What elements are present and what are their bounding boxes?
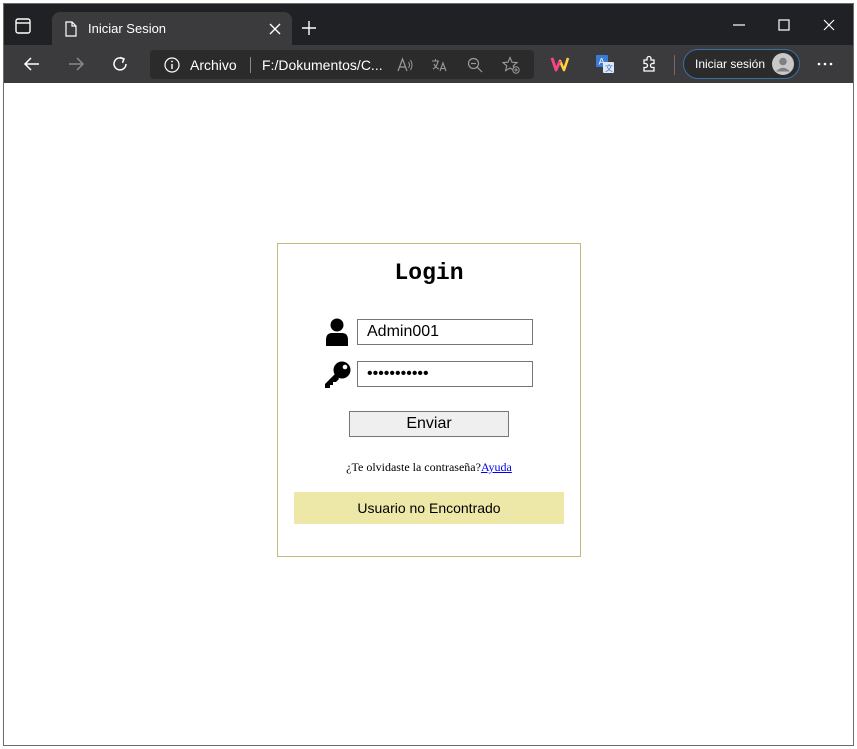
translator-extension-icon[interactable]: A 文 <box>595 54 615 74</box>
maximize-icon[interactable] <box>773 14 795 36</box>
error-message: Usuario no Encontrado <box>294 492 564 524</box>
svg-text:文: 文 <box>605 63 613 73</box>
close-window-icon[interactable] <box>818 14 840 36</box>
extensions-puzzle-icon[interactable] <box>639 54 659 74</box>
minimize-icon[interactable] <box>728 14 750 36</box>
add-favorite-icon[interactable] <box>502 56 520 74</box>
info-icon[interactable] <box>164 57 180 73</box>
extension-w-icon[interactable] <box>550 54 570 74</box>
back-icon[interactable] <box>22 54 42 74</box>
signin-label: Iniciar sesión <box>695 57 766 71</box>
profile-signin-button[interactable]: Iniciar sesión <box>683 49 800 79</box>
password-input[interactable]: ••••••••••• <box>357 361 533 387</box>
document-icon <box>65 21 77 37</box>
forward-icon[interactable] <box>66 54 86 74</box>
browser-window: Iniciar Sesion Archivo F:/Dokumentos/C..… <box>3 3 854 746</box>
tab-title: Iniciar Sesion <box>88 21 167 36</box>
help-link[interactable]: Ayuda <box>481 460 512 474</box>
toolbar: Archivo F:/Dokumentos/C... A 文 Iniciar s… <box>4 45 853 83</box>
login-form: Login Admin001 ••••••••••• Enviar ¿Te ol… <box>277 243 581 557</box>
forgot-password-row: ¿Te olvidaste la contraseña?Ayuda <box>278 460 580 475</box>
more-options-icon[interactable] <box>815 54 835 74</box>
forgot-password-text: ¿Te olvidaste la contraseña? <box>346 460 481 474</box>
address-bar[interactable]: Archivo F:/Dokumentos/C... <box>150 50 534 79</box>
address-scheme: Archivo <box>190 57 237 73</box>
avatar-icon <box>772 53 794 75</box>
submit-button[interactable]: Enviar <box>349 411 509 437</box>
read-aloud-icon[interactable] <box>396 56 414 74</box>
new-tab-icon[interactable] <box>301 20 317 36</box>
page-content: Login Admin001 ••••••••••• Enviar ¿Te ol… <box>4 83 853 745</box>
user-icon <box>326 318 348 346</box>
tab-strip: Iniciar Sesion <box>4 4 853 45</box>
toolbar-divider <box>674 55 675 75</box>
address-divider <box>250 57 251 73</box>
tab-actions-icon[interactable] <box>14 17 32 35</box>
key-icon <box>325 361 351 388</box>
tab-iniciar-sesion[interactable]: Iniciar Sesion <box>52 12 292 45</box>
translate-icon[interactable] <box>430 56 448 74</box>
login-title: Login <box>394 260 464 286</box>
address-url[interactable]: F:/Dokumentos/C... <box>262 57 383 73</box>
username-input[interactable]: Admin001 <box>357 319 533 345</box>
refresh-icon[interactable] <box>110 54 130 74</box>
close-tab-icon[interactable] <box>269 23 281 35</box>
zoom-out-icon[interactable] <box>466 56 484 74</box>
